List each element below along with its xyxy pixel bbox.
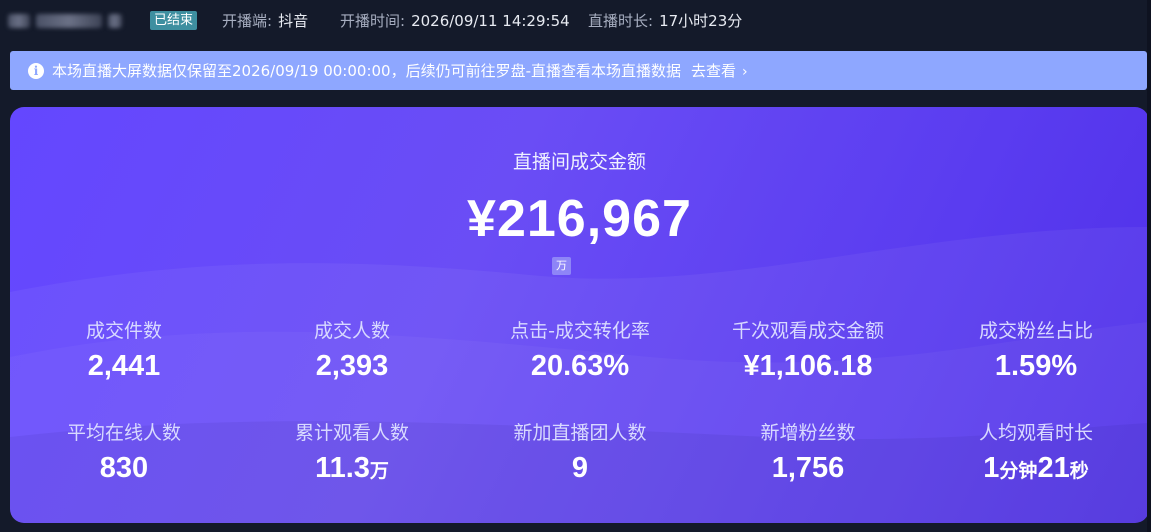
metric-label: 千次观看成交金额 <box>731 320 884 342</box>
view-details-label[interactable]: 去查看 <box>691 62 736 80</box>
notice-text: 本场直播大屏数据仅保留至2026/09/19 00:00:00，后续仍可前往罗盘… <box>52 62 682 80</box>
metric-label: 成交人数 <box>313 320 390 342</box>
scrollbar[interactable] <box>1147 0 1151 532</box>
metric-fan-buyer-ratio: 成交粉丝占比 1.59% <box>922 319 1149 383</box>
metric-new-fan-club: 新加直播团人数 9 <box>466 421 694 485</box>
metric-value: 1分钟21秒 <box>983 452 1089 484</box>
info-icon: i <box>28 62 44 79</box>
metric-avg-online: 平均在线人数 830 <box>10 421 238 485</box>
metric-avg-watch-time: 人均观看时长 1分钟21秒 <box>922 421 1149 489</box>
start-time-info: 开播时间: 2026/09/11 14:29:54 <box>340 11 570 31</box>
room-name-blurred <box>8 10 148 32</box>
unit-toggle-tag[interactable]: 万 <box>552 257 571 275</box>
gmv-label: 直播间成交金额 <box>512 151 646 173</box>
metric-value: ¥1,106.18 <box>743 350 873 382</box>
live-room-header: 已结束 开播端: 抖音 开播时间: 2026/09/11 14:29:54 直播时长… <box>0 0 1151 44</box>
metric-total-viewers: 累计观看人数 11.3万 <box>238 421 466 489</box>
metric-unit: 万 <box>369 461 389 482</box>
metric-new-followers: 新增粉丝数 1,756 <box>694 421 922 485</box>
metric-label: 新加直播团人数 <box>513 422 647 444</box>
gmv-value: ¥216,967 <box>467 190 692 248</box>
gmv-dashboard-card: 直播间成交金额 ¥216,967 万 成交件数 2,441 成交人数 2,393… <box>10 107 1149 523</box>
data-retention-notice: i 本场直播大屏数据仅保留至2026/09/19 00:00:00，后续仍可前往… <box>10 51 1147 90</box>
metric-click-conversion-rate: 点击-成交转化率 20.63% <box>466 319 694 383</box>
metric-buyers: 成交人数 2,393 <box>238 319 466 383</box>
view-details-link[interactable]: 去查看 › <box>691 60 748 81</box>
start-time-value: 2026/09/11 14:29:54 <box>411 12 570 30</box>
duration-value: 17小时23分 <box>659 12 743 30</box>
platform-label: 开播端: <box>222 12 273 30</box>
metric-label: 成交件数 <box>85 320 162 342</box>
metric-value: 2,441 <box>87 350 161 382</box>
platform-value: 抖音 <box>278 12 309 30</box>
start-time-label: 开播时间: <box>340 12 406 30</box>
metric-label: 人均观看时长 <box>978 422 1093 444</box>
metric-value: 830 <box>99 452 149 484</box>
metric-label: 平均在线人数 <box>66 422 181 444</box>
metric-gpm: 千次观看成交金额 ¥1,106.18 <box>694 319 922 383</box>
status-badge: 已结束 <box>150 11 198 30</box>
platform-info: 开播端: 抖音 <box>222 11 308 31</box>
metric-items-sold: 成交件数 2,441 <box>10 319 238 383</box>
metric-value: 2,393 <box>315 350 389 382</box>
duration-label: 直播时长: <box>588 12 654 30</box>
metric-value: 1,756 <box>771 452 845 484</box>
duration-info: 直播时长: 17小时23分 <box>588 11 742 31</box>
metric-label: 累计观看人数 <box>294 422 409 444</box>
room-title-redacted <box>36 14 102 28</box>
metric-label: 成交粉丝占比 <box>978 320 1093 342</box>
metric-value: 9 <box>571 452 589 484</box>
metric-label: 点击-成交转化率 <box>510 320 650 342</box>
avatar <box>8 14 30 28</box>
metric-value: 20.63% <box>530 350 630 382</box>
chevron-right-icon[interactable]: › <box>742 64 748 80</box>
metric-value: 1.59% <box>994 350 1078 382</box>
room-title-redacted <box>108 14 122 28</box>
metric-value: 11.3万 <box>315 452 389 484</box>
metric-label: 新增粉丝数 <box>760 422 856 444</box>
